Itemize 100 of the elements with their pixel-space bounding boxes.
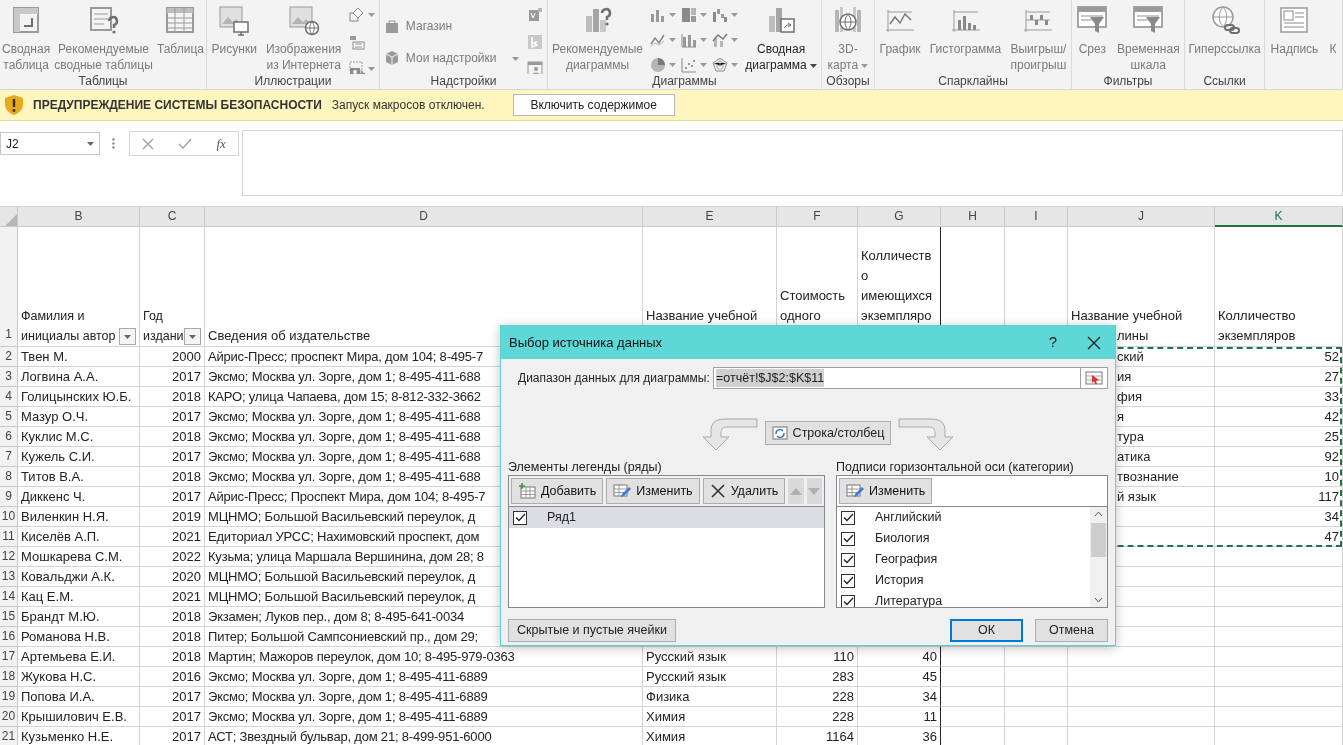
- insert-function-button[interactable]: fx: [216, 133, 226, 154]
- cell-text: Куклис М.С.: [21, 428, 94, 446]
- switch-row-column-button[interactable]: Строка/столбец: [764, 421, 892, 445]
- row-header[interactable]: 3: [0, 367, 18, 387]
- group-label: Спарклайны: [937, 74, 1009, 88]
- row-header[interactable]: 21: [0, 727, 18, 745]
- row-header[interactable]: 18: [0, 667, 18, 687]
- row-header[interactable]: 2: [0, 347, 18, 367]
- edit-button[interactable]: Изменить: [839, 478, 933, 504]
- row-header[interactable]: 4: [0, 387, 18, 407]
- cell-text: Эксмо; Москва ул. Зорге, дом 1; 8-495-411-688: [208, 408, 481, 426]
- cancel-button[interactable]: Отмена: [1035, 619, 1108, 642]
- cell-text: 42: [1324, 408, 1339, 426]
- cell-text: Химия: [646, 708, 686, 726]
- cell-text: Эксмо; Москва ул. Зорге, дом 1; 8-495-411-6889: [208, 668, 488, 686]
- cell-text: тура: [1117, 428, 1144, 446]
- cell-text: Твен М.: [21, 348, 68, 366]
- cell-text: 2017: [172, 368, 201, 386]
- cell-text: Эксмо; Москва ул. Зорге, дом 1; 8-495-411-688: [208, 468, 481, 486]
- cell-text: атика: [1117, 448, 1151, 466]
- range-field[interactable]: =отчёт!$J$2:$K$11: [713, 367, 1080, 389]
- cell-text: 47: [1324, 528, 1339, 546]
- cell-text: 2017: [172, 488, 201, 506]
- column-header[interactable]: G: [858, 207, 941, 227]
- cell-text: Логвина А.А.: [21, 368, 99, 386]
- dialog-title: Выбор источника данных: [509, 333, 664, 352]
- add-button[interactable]: Добавить: [511, 478, 604, 504]
- ribbon-button[interactable]: Сводная диаграмма: [744, 4, 818, 73]
- hidden-cells-button[interactable]: Скрытые и пустые ячейки: [508, 619, 676, 642]
- cell-text: 2000: [172, 348, 201, 366]
- row-header[interactable]: 17: [0, 647, 18, 667]
- column-header[interactable]: C: [140, 207, 205, 227]
- warning-message: Запуск макросов отключен.: [331, 97, 485, 114]
- cell-text: фия: [1117, 388, 1142, 406]
- row-header[interactable]: 20: [0, 707, 18, 727]
- cell-text: я: [1117, 408, 1125, 426]
- list-item[interactable]: Ряд1: [509, 507, 824, 528]
- cell-text: 1164: [826, 728, 854, 745]
- cell-text: 110: [833, 648, 854, 666]
- delete-button[interactable]: Удалить: [702, 478, 786, 504]
- group-label: Таблицы: [77, 74, 129, 88]
- column-header[interactable]: J: [1068, 207, 1215, 227]
- cell-text: 2017: [172, 448, 201, 466]
- cell-text: 34: [1324, 508, 1339, 526]
- row-header[interactable]: 19: [0, 687, 18, 707]
- cell-text: 27: [1324, 368, 1339, 386]
- row-header[interactable]: 10: [0, 507, 18, 527]
- row-header[interactable]: 14: [0, 587, 18, 607]
- name-box[interactable]: J2: [0, 132, 100, 155]
- row-header[interactable]: 5: [0, 407, 18, 427]
- section-label: Подписи горизонтальной оси (категории): [836, 459, 1075, 475]
- column-header[interactable]: H: [941, 207, 1005, 227]
- row-header[interactable]: 13: [0, 567, 18, 587]
- column-header[interactable]: B: [18, 207, 140, 227]
- column-header[interactable]: D: [205, 207, 643, 227]
- cell-text: 34: [922, 688, 937, 706]
- cell-text: Мартин; Мажоров переулок, дом 10; 8-495-979-0363: [208, 648, 515, 666]
- cell-text: Артемьева Е.И.: [21, 648, 116, 666]
- cell-text: Название учебной: [1071, 307, 1183, 325]
- cell-text: МЦНМО; Большой Васильевский переулок, д: [208, 508, 476, 526]
- list-item[interactable]: География: [837, 549, 1090, 570]
- cell-text: Брандт М.Ю.: [21, 608, 100, 626]
- row-header[interactable]: 12: [0, 547, 18, 567]
- list-item[interactable]: Биология: [837, 528, 1090, 549]
- row-header[interactable]: 16: [0, 627, 18, 647]
- column-header[interactable]: F: [777, 207, 858, 227]
- cell-text: Кужель С.И.: [21, 448, 95, 466]
- cell-text: 2016: [172, 668, 201, 686]
- help-button[interactable]: ?: [1048, 331, 1057, 354]
- row-header[interactable]: 9: [0, 487, 18, 507]
- cell-text: КАРО; улица Чапаева, дом 15; 8-812-332-3662: [208, 388, 481, 406]
- cell-text: 2018: [172, 628, 201, 646]
- list-item[interactable]: Литература: [837, 591, 1090, 607]
- group-label: Иллюстрации: [253, 74, 333, 88]
- cell-text: 2021: [172, 588, 201, 606]
- row-header[interactable]: 11: [0, 527, 18, 547]
- list-item[interactable]: История: [837, 570, 1090, 591]
- cell-text: Сведения об издательстве: [208, 327, 371, 345]
- cell-text: Эксмо; Москва ул. Зорге, дом 1; 8-495-411-688: [208, 368, 481, 386]
- cell-text: МЦНМО; Большой Васильевский переулок, д: [208, 588, 476, 606]
- column-header[interactable]: I: [1005, 207, 1068, 227]
- cell-text: Эксмо; Москва ул. Зорге, дом 1; 8-495-411-6889: [208, 688, 488, 706]
- cell-text: Эксмо; Москва ул. Зорге, дом 1; 8-495-411-6889: [208, 708, 488, 726]
- row-header[interactable]: 15: [0, 607, 18, 627]
- row-header[interactable]: 1: [0, 227, 18, 347]
- enable-content-button[interactable]: Включить содержимое: [512, 94, 675, 116]
- cell-text: 10: [1324, 468, 1339, 486]
- cell-text: 2018: [172, 428, 201, 446]
- column-header[interactable]: E: [643, 207, 777, 227]
- row-header[interactable]: 7: [0, 447, 18, 467]
- cell-text: Стоимость одного: [780, 287, 846, 325]
- edit-button[interactable]: Изменить: [606, 478, 700, 504]
- cell-text: 11: [923, 708, 937, 726]
- list-item[interactable]: Английский: [837, 507, 1090, 528]
- cell-text: Крышилович Е.В.: [21, 708, 127, 726]
- row-header[interactable]: 6: [0, 427, 18, 447]
- ok-button[interactable]: ОК: [950, 619, 1023, 642]
- cell-text: 33: [1324, 388, 1339, 406]
- column-header[interactable]: K: [1215, 207, 1343, 227]
- row-header[interactable]: 8: [0, 467, 18, 487]
